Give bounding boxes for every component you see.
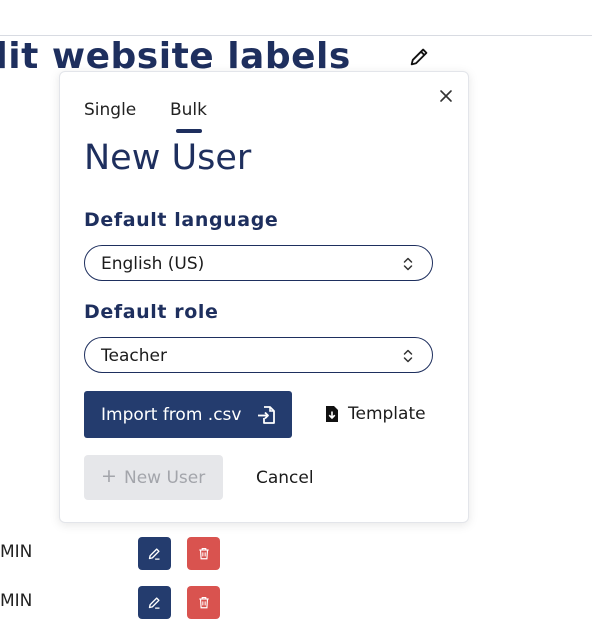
trash-icon: [198, 596, 209, 609]
default-role-select[interactable]: Teacher: [84, 337, 433, 373]
file-download-icon: [326, 406, 338, 422]
row-role-label: MIN: [0, 591, 33, 611]
pencil-icon[interactable]: [408, 46, 430, 68]
default-language-value: English (US): [101, 254, 205, 274]
tab-single[interactable]: Single: [84, 100, 136, 120]
modal-heading: New User: [84, 138, 252, 178]
import-csv-label: Import from .csv: [101, 405, 242, 425]
new-user-modal: Single Bulk New User Default language En…: [59, 71, 469, 523]
default-role-label: Default role: [84, 301, 219, 323]
import-csv-button[interactable]: Import from .csv: [84, 391, 292, 438]
default-language-select[interactable]: English (US): [84, 245, 433, 281]
new-user-button-label: New User: [124, 468, 206, 488]
trash-icon: [198, 547, 209, 560]
row-delete-button[interactable]: [187, 537, 220, 570]
plus-icon: +: [101, 465, 117, 487]
default-role-value: Teacher: [101, 346, 167, 366]
default-language-label: Default language: [84, 209, 279, 231]
top-bar: [0, 0, 592, 36]
active-tab-indicator: [176, 129, 202, 133]
edit-icon: [148, 597, 160, 609]
chevron-updown-icon: [403, 257, 413, 271]
chevron-updown-icon: [403, 349, 413, 363]
close-icon[interactable]: [437, 87, 455, 105]
row-role-label: MIN: [0, 542, 33, 562]
file-import-icon: [258, 406, 275, 424]
template-download-link[interactable]: Template: [325, 403, 426, 425]
cancel-button[interactable]: Cancel: [256, 468, 314, 488]
template-label: Template: [348, 404, 426, 424]
row-edit-button[interactable]: [138, 537, 171, 570]
edit-icon: [148, 548, 160, 560]
tab-bulk[interactable]: Bulk: [170, 100, 207, 120]
row-delete-button[interactable]: [187, 586, 220, 619]
row-edit-button[interactable]: [138, 586, 171, 619]
new-user-button[interactable]: + New User: [84, 455, 223, 500]
